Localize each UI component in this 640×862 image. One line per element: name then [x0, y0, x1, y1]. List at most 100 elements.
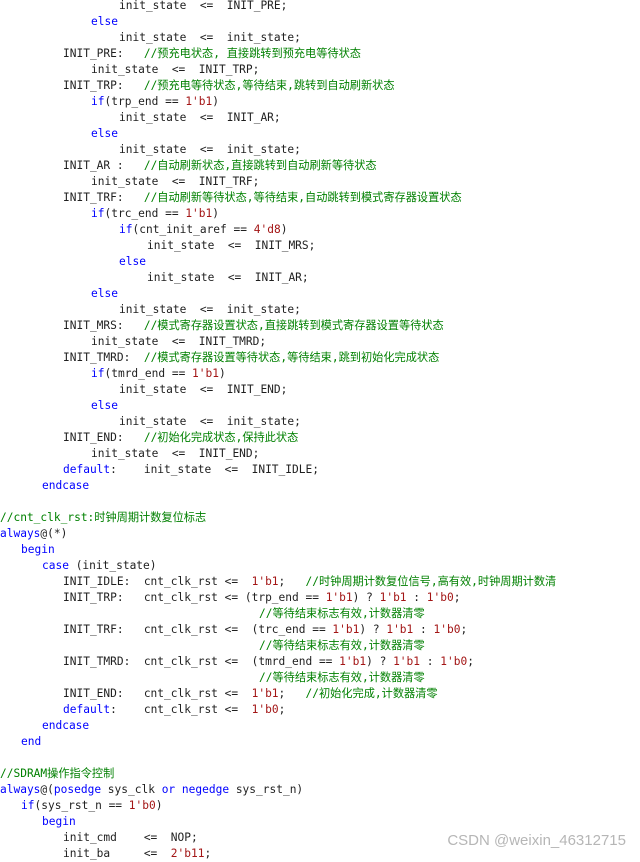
code-text: INIT_END: [63, 431, 144, 444]
code-text: ; [204, 847, 212, 860]
code-text: INIT_AR : [63, 159, 144, 172]
code-line: //SDRAM操作指令控制 [0, 766, 640, 782]
code-line: init_state <= INIT_TRF; [0, 174, 640, 190]
code-text: (sys_rst_n == [34, 799, 129, 812]
code-text: INIT_TMRD: cnt_clk_rst <= (tmrd_end == [63, 655, 340, 668]
code-line: //等待结束标志有效,计数器清零 [0, 638, 640, 654]
code-text: init_state <= INIT_TRF; [91, 175, 260, 188]
code-keyword: else [91, 399, 118, 412]
code-comment: //自动刷新等待状态,等待结束,自动跳转到模式寄存器设置状态 [143, 191, 462, 204]
code-keyword: posedge [53, 783, 102, 796]
code-keyword: if [91, 95, 105, 108]
code-comment: //初始化完成状态,保持此状态 [143, 431, 299, 444]
code-line: INIT_END: cnt_clk_rst <= 1'b1; //初始化完成,计… [0, 686, 640, 702]
code-number: 1'b0 [440, 655, 468, 668]
code-text: INIT_IDLE: cnt_clk_rst <= [63, 575, 252, 588]
code-text: init_state <= init_state; [119, 415, 301, 428]
code-line: init_state <= INIT_MRS; [0, 238, 640, 254]
code-line: always@(*) [0, 526, 640, 542]
code-text: INIT_TMRD: [63, 351, 144, 364]
code-comment: //模式寄存器设置状态,直接跳转到模式寄存器设置等待状态 [143, 319, 444, 332]
code-line: begin [0, 814, 640, 830]
code-comment: //等待结束标志有效,计数器清零 [259, 671, 425, 684]
code-line: else [0, 286, 640, 302]
code-text: ; [278, 575, 306, 588]
code-line: init_state <= init_state; [0, 142, 640, 158]
code-line: init_state <= INIT_END; [0, 382, 640, 398]
code-line: INIT_PRE: //预充电状态, 直接跳转到预充电等待状态 [0, 46, 640, 62]
code-text: init_state <= INIT_AR; [119, 111, 281, 124]
code-text: init_state <= INIT_MRS; [147, 239, 316, 252]
code-keyword: endcase [42, 719, 90, 732]
code-keyword: else [91, 127, 118, 140]
code-text: ) ? [359, 623, 387, 636]
code-text: ) [219, 367, 226, 380]
code-text: (trp_end == [104, 95, 186, 108]
code-number: 1'b1 [192, 367, 219, 380]
code-text: init_state <= INIT_TRP; [91, 63, 260, 76]
code-editor: init_state <= INIT_PRE; else init_state <=… [0, 0, 640, 861]
code-text: init_state <= init_state; [119, 143, 301, 156]
code-line: if(trp_end == 1'b1) [0, 94, 640, 110]
code-line: case (init_state) [0, 558, 640, 574]
code-text: ; [453, 591, 461, 604]
code-comment: //自动刷新状态,直接跳转到自动刷新等待状态 [143, 159, 377, 172]
code-line: default: init_state <= INIT_IDLE; [0, 462, 640, 478]
code-keyword: begin [42, 815, 76, 828]
code-number: 1'b1 [325, 591, 353, 604]
code-number: 1'b1 [251, 575, 279, 588]
code-line: init_state <= init_state; [0, 414, 640, 430]
csdn-watermark: CSDN @weixin_46312715 [447, 832, 626, 849]
code-text: : init_state <= INIT_IDLE; [110, 463, 319, 476]
code-line: //等待结束标志有效,计数器清零 [0, 670, 640, 686]
code-text: ) ? [352, 591, 380, 604]
code-keyword: else [119, 255, 146, 268]
code-text: : [420, 655, 441, 668]
code-line: //cnt_clk_rst:时钟周期计数复位标志 [0, 510, 640, 526]
code-number: 1'b0 [433, 623, 461, 636]
code-comment: //初始化完成,计数器清零 [305, 687, 438, 700]
code-number: 4'd8 [253, 223, 281, 236]
code-number: 1'b1 [332, 623, 360, 636]
code-text: ; [278, 687, 306, 700]
code-text: ; [278, 703, 286, 716]
code-text: init_cmd <= NOP; [63, 831, 198, 844]
code-keyword: default [63, 463, 111, 476]
code-line: init_state <= INIT_PRE; [0, 0, 640, 14]
code-text: (trc_end == [104, 207, 186, 220]
code-number: 1'b1 [251, 687, 279, 700]
code-keyword: if [91, 207, 105, 220]
code-line: begin [0, 542, 640, 558]
code-text: INIT_TRF: cnt_clk_rst <= (trc_end == [63, 623, 333, 636]
code-number: 1'b0 [128, 799, 156, 812]
code-keyword: always [0, 783, 41, 796]
code-keyword: else [91, 15, 118, 28]
code-line: init_state <= INIT_AR; [0, 270, 640, 286]
code-line: init_state <= init_state; [0, 30, 640, 46]
code-line: if(trc_end == 1'b1) [0, 206, 640, 222]
code-text: : cnt_clk_rst <= [110, 703, 252, 716]
code-line: init_state <= INIT_TMRD; [0, 334, 640, 350]
code-text: ; [467, 655, 474, 668]
code-line: INIT_TRF: cnt_clk_rst <= (trc_end == 1'b… [0, 622, 640, 638]
code-keyword: case [42, 559, 69, 572]
code-text: init_state <= INIT_END; [91, 447, 260, 460]
code-line: //等待结束标志有效,计数器清零 [0, 606, 640, 622]
code-line: default: cnt_clk_rst <= 1'b0; [0, 702, 640, 718]
code-text: INIT_TRF: [63, 191, 144, 204]
code-line: endcase [0, 478, 640, 494]
code-keyword: if [21, 799, 35, 812]
code-line: if(cnt_init_aref == 4'd8) [0, 222, 640, 238]
code-line: else [0, 254, 640, 270]
code-text: : [406, 591, 427, 604]
code-text: INIT_END: cnt_clk_rst <= [63, 687, 252, 700]
code-keyword: negedge [181, 783, 230, 796]
code-text: ; [460, 623, 468, 636]
code-text: (tmrd_end == [104, 367, 193, 380]
code-line: init_state <= INIT_END; [0, 446, 640, 462]
code-text: init_state <= INIT_AR; [147, 271, 309, 284]
code-line: else [0, 14, 640, 30]
code-line: INIT_TRF: //自动刷新等待状态,等待结束,自动跳转到模式寄存器设置状态 [0, 190, 640, 206]
